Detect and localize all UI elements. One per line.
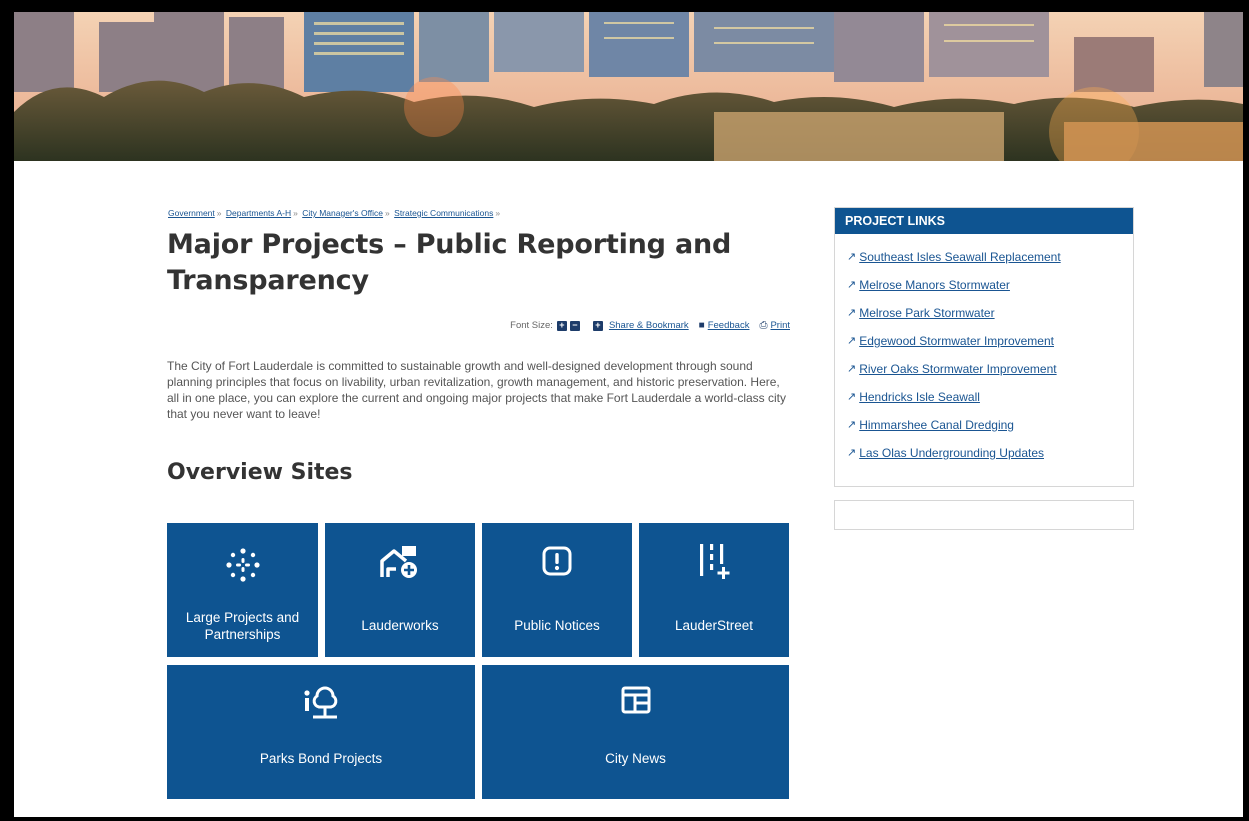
tile-large-projects[interactable]: Large Projects and Partnerships — [167, 523, 318, 657]
tile-label: City News — [605, 751, 666, 766]
list-item: ↗ Edgewood Stormwater Improvement — [847, 334, 1133, 362]
list-item: ↗ River Oaks Stormwater Improvement — [847, 362, 1133, 390]
font-size-label: Font Size: — [510, 320, 553, 331]
park-tree-icon — [167, 683, 475, 721]
list-item: ↗ Melrose Park Stormwater — [847, 306, 1133, 334]
project-link[interactable]: Edgewood Stormwater Improvement — [859, 334, 1054, 348]
project-link[interactable]: Himmarshee Canal Dredging — [859, 418, 1014, 432]
tile-lauderworks[interactable]: Lauderworks — [325, 523, 475, 657]
breadcrumb-separator: » — [293, 208, 298, 218]
breadcrumb-separator: » — [385, 208, 390, 218]
external-link-icon: ↗ — [847, 419, 857, 431]
external-link-icon: ↗ — [847, 391, 857, 403]
external-link-icon: ↗ — [847, 307, 857, 319]
cityscape-image — [14, 12, 1243, 161]
overview-sites-heading: Overview Sites — [167, 460, 353, 485]
external-link-icon: ↗ — [847, 335, 857, 347]
page-tools: Font Size: + − + Share & Bookmark ■ Feed… — [510, 320, 790, 331]
tile-lauderstreet[interactable]: LauderStreet — [639, 523, 789, 657]
breadcrumb: Government» Departments A-H» City Manage… — [168, 208, 502, 218]
road-plus-icon — [639, 541, 789, 581]
list-item: ↗ Hendricks Isle Seawall — [847, 390, 1133, 418]
list-item: ↗ Southeast Isles Seawall Replacement — [847, 250, 1133, 278]
list-item: ↗ Melrose Manors Stormwater — [847, 278, 1133, 306]
page-frame: Government» Departments A-H» City Manage… — [14, 12, 1243, 817]
feedback-link[interactable]: Feedback — [708, 320, 750, 331]
project-link[interactable]: Southeast Isles Seawall Replacement — [859, 250, 1060, 264]
external-link-icon: ↗ — [847, 251, 857, 263]
house-plus-icon — [325, 543, 475, 581]
share-plus-icon: + — [592, 320, 603, 331]
font-decrease-button[interactable]: − — [569, 320, 580, 331]
project-link[interactable]: Melrose Park Stormwater — [859, 306, 994, 320]
external-link-icon: ↗ — [847, 279, 857, 291]
tile-label: Lauderworks — [361, 618, 439, 633]
breadcrumb-link-departments[interactable]: Departments A-H — [226, 208, 291, 218]
project-link[interactable]: Hendricks Isle Seawall — [859, 390, 980, 404]
alert-icon — [482, 545, 632, 577]
tile-public-notices[interactable]: Public Notices — [482, 523, 632, 657]
print-link[interactable]: Print — [770, 320, 790, 331]
tile-label: LauderStreet — [674, 618, 754, 633]
breadcrumb-separator: » — [495, 208, 501, 218]
empty-sidebar-box — [834, 500, 1134, 530]
breadcrumb-link-government[interactable]: Government — [168, 208, 215, 218]
project-link[interactable]: Las Olas Undergrounding Updates — [859, 446, 1044, 460]
breadcrumb-separator: » — [216, 208, 222, 218]
list-item: ↗ Himmarshee Canal Dredging — [847, 418, 1133, 446]
printer-icon: ⎙ — [759, 320, 768, 331]
project-links-panel: PROJECT LINKS ↗ Southeast Isles Seawall R… — [834, 207, 1134, 487]
external-link-icon: ↗ — [847, 447, 857, 459]
newspaper-icon — [482, 685, 789, 715]
external-link-icon: ↗ — [847, 363, 857, 375]
sparkle-icon — [167, 547, 318, 583]
project-link[interactable]: River Oaks Stormwater Improvement — [859, 362, 1056, 376]
hero-banner — [14, 12, 1243, 161]
tile-label: Large Projects and Partnerships — [185, 610, 300, 642]
project-link[interactable]: Melrose Manors Stormwater — [859, 278, 1010, 292]
project-links-heading: PROJECT LINKS — [835, 208, 1133, 234]
tile-parks-bond-projects[interactable]: Parks Bond Projects — [167, 665, 475, 799]
page-title: Major Projects – Public Reporting and Tr… — [167, 229, 732, 296]
breadcrumb-link-strategic-communications[interactable]: Strategic Communications — [394, 208, 493, 218]
intro-paragraph: The City of Fort Lauderdale is committed… — [167, 359, 787, 421]
tile-label: Public Notices — [514, 618, 600, 633]
tile-label: Parks Bond Projects — [259, 751, 383, 766]
share-bookmark-link[interactable]: Share & Bookmark — [609, 320, 689, 331]
breadcrumb-link-city-managers-office[interactable]: City Manager's Office — [302, 208, 383, 218]
font-increase-button[interactable]: + — [556, 320, 567, 331]
list-item: ↗ Las Olas Undergrounding Updates — [847, 446, 1133, 474]
comment-icon: ■ — [698, 320, 705, 331]
tile-city-news[interactable]: City News — [482, 665, 789, 799]
project-links-list: ↗ Southeast Isles Seawall Replacement ↗ Me… — [835, 234, 1133, 474]
